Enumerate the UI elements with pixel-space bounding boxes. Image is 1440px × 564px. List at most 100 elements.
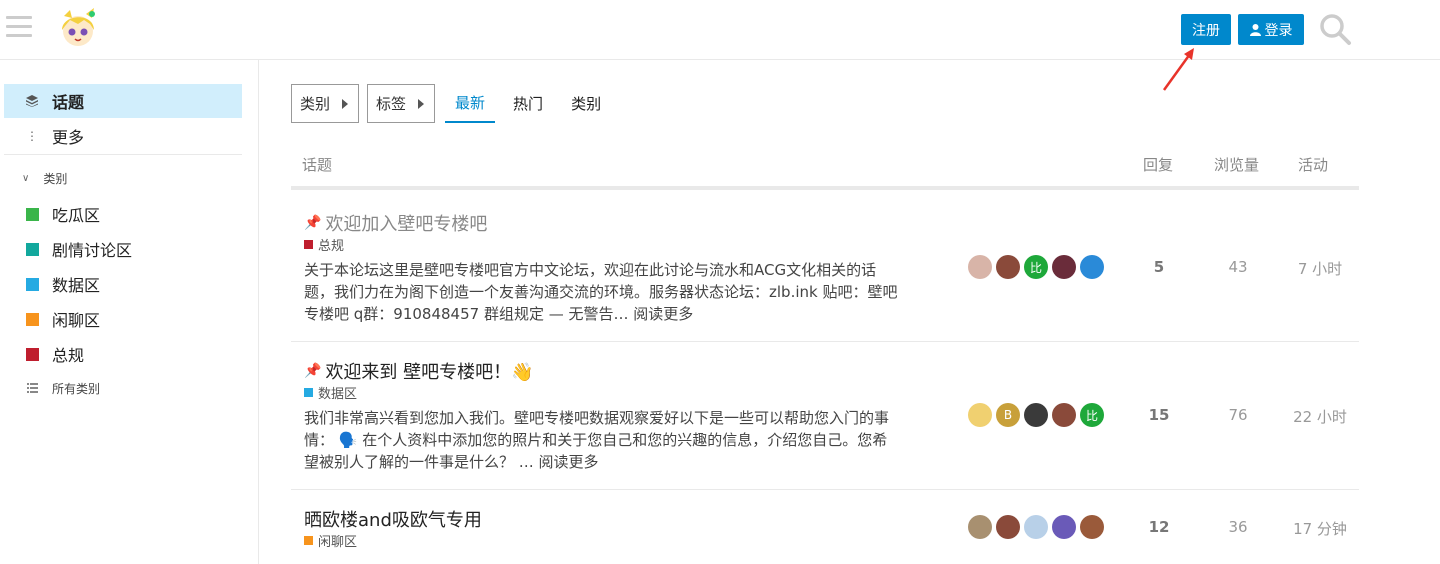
- avatar[interactable]: [968, 515, 992, 539]
- sidebar: 话题 ⋮ 更多 ∨ 类别 吃瓜区 剧情讨论区 数据区 闲聊区 总规 所有类别: [0, 60, 259, 564]
- topic-table-header: 话题 回复 浏览量 活动: [291, 148, 1359, 190]
- excerpt-line: 我们非常高兴看到您加入我们。壁吧专楼吧数据观察爱好以下是一些可以帮助您入门的事: [304, 409, 890, 427]
- avatar[interactable]: [1024, 403, 1048, 427]
- sidebar-item-label: 剧情讨论区: [52, 241, 133, 260]
- topic-activity[interactable]: 7 小时: [1285, 258, 1355, 279]
- sidebar-item-label: 闲聊区: [52, 311, 101, 330]
- table-row: 📌 欢迎加入壁吧专楼吧 总规 关于本论坛这里是壁吧专楼吧官方中文论坛，欢迎在此讨…: [291, 194, 1359, 342]
- tags-dropdown[interactable]: 标签: [367, 84, 436, 123]
- avatar[interactable]: B: [996, 403, 1020, 427]
- avatar[interactable]: [968, 255, 992, 279]
- avatar[interactable]: [996, 255, 1020, 279]
- topic-category-name: 总规: [318, 239, 345, 254]
- category-dropdown[interactable]: 类别: [291, 84, 360, 123]
- hamburger-menu-icon[interactable]: [6, 16, 32, 38]
- sidebar-item-category[interactable]: 总规: [4, 337, 242, 371]
- sidebar-item-all-categories[interactable]: 所有类别: [4, 371, 242, 405]
- topic-title-text[interactable]: 晒欧楼and吸欧气专用: [304, 506, 482, 532]
- excerpt-line[interactable]: 望被别人了解的一件事是什么？ … 阅读更多: [304, 451, 934, 473]
- sidebar-section-label: 类别: [43, 172, 68, 186]
- pin-icon: 📌: [304, 363, 322, 379]
- topic-replies: 12: [1148, 518, 1170, 536]
- topic-category-name: 数据区: [318, 387, 358, 402]
- topic-views: 43: [1228, 258, 1248, 276]
- tab-latest[interactable]: 最新: [445, 84, 496, 123]
- avatar[interactable]: [1052, 403, 1076, 427]
- site-logo[interactable]: [56, 6, 100, 50]
- sidebar-divider: [4, 154, 242, 155]
- topic-category-badge[interactable]: 闲聊区: [304, 531, 357, 550]
- category-color-swatch: [25, 242, 39, 256]
- topic-posters: B 比: [968, 403, 1104, 427]
- column-header-replies[interactable]: 回复: [1143, 154, 1173, 175]
- sidebar-item-category[interactable]: 闲聊区: [4, 302, 242, 336]
- avatar[interactable]: [1080, 255, 1104, 279]
- sidebar-item-label: 总规: [52, 346, 85, 365]
- column-header-activity[interactable]: 活动: [1298, 154, 1328, 175]
- topic-category-name: 闲聊区: [318, 535, 358, 550]
- signup-button[interactable]: 注册: [1181, 14, 1231, 45]
- sidebar-item-label: 话题: [52, 93, 85, 112]
- topic-excerpt: 关于本论坛这里是壁吧专楼吧官方中文论坛，欢迎在此讨论与流水和ACG文化相关的话 …: [304, 259, 934, 325]
- annotation-arrow-icon: [1162, 48, 1194, 91]
- vertical-ellipsis-icon: ⋮: [26, 129, 38, 143]
- avatar[interactable]: [1052, 515, 1076, 539]
- topic-title[interactable]: 晒欧楼and吸欧气专用: [304, 506, 482, 532]
- topic-replies: 15: [1148, 406, 1170, 424]
- table-row: 📌 欢迎来到 壁吧专楼吧！👋 数据区 我们非常高兴看到您加入我们。壁吧专楼吧数据…: [291, 342, 1359, 490]
- tab-hot[interactable]: 热门: [503, 84, 553, 123]
- sidebar-item-more[interactable]: ⋮ 更多: [4, 119, 242, 153]
- topic-title-text[interactable]: 欢迎来到 壁吧专楼吧！👋: [325, 358, 533, 384]
- column-header-views[interactable]: 浏览量: [1214, 154, 1259, 175]
- excerpt-line: 情： 🗣️ 在个人资料中添加您的照片和关于您自己和您的兴趣的信息，介绍您自己。您…: [304, 431, 888, 449]
- topic-title-text[interactable]: 欢迎加入壁吧专楼吧: [325, 210, 487, 236]
- topic-excerpt: 我们非常高兴看到您加入我们。壁吧专楼吧数据观察爱好以下是一些可以帮助您入门的事 …: [304, 407, 934, 473]
- excerpt-line: 关于本论坛这里是壁吧专楼吧官方中文论坛，欢迎在此讨论与流水和ACG文化相关的话: [304, 261, 877, 279]
- avatar[interactable]: [1052, 255, 1076, 279]
- topic-views: 76: [1228, 406, 1248, 424]
- avatar[interactable]: [968, 403, 992, 427]
- sidebar-item-label: 更多: [52, 128, 85, 147]
- tags-dropdown-label: 标签: [376, 95, 407, 113]
- login-label: 登录: [1264, 22, 1293, 39]
- search-icon[interactable]: [1318, 12, 1352, 46]
- category-color-swatch: [25, 207, 39, 221]
- user-icon: [1249, 23, 1261, 36]
- site-header: 注册 登录: [0, 0, 1440, 60]
- sidebar-item-label: 所有类别: [52, 381, 101, 396]
- topic-title[interactable]: 📌 欢迎来到 壁吧专楼吧！👋: [304, 358, 534, 384]
- topic-replies: 5: [1153, 258, 1165, 276]
- topic-category-badge[interactable]: 总规: [304, 235, 344, 254]
- topic-activity[interactable]: 17 分钟: [1285, 518, 1355, 539]
- sidebar-item-category[interactable]: 数据区: [4, 267, 242, 301]
- tab-categories[interactable]: 类别: [561, 84, 611, 123]
- category-color-swatch: [304, 388, 313, 397]
- topic-activity[interactable]: 22 小时: [1285, 406, 1355, 427]
- login-button[interactable]: 登录: [1238, 14, 1304, 45]
- topic-category-badge[interactable]: 数据区: [304, 383, 357, 402]
- category-color-swatch: [25, 347, 39, 361]
- layers-icon: [20, 95, 44, 107]
- column-header-topic[interactable]: 话题: [302, 154, 332, 175]
- topic-title[interactable]: 📌 欢迎加入壁吧专楼吧: [304, 210, 487, 236]
- caret-right-icon: [418, 98, 425, 109]
- sidebar-item-category[interactable]: 剧情讨论区: [4, 232, 242, 266]
- chevron-down-icon: ∨: [22, 173, 30, 184]
- avatar[interactable]: 比: [1024, 255, 1048, 279]
- category-color-swatch: [25, 312, 39, 326]
- list-icon: [20, 383, 44, 393]
- topic-nav-bar: 类别 标签 最新 热门 类别: [291, 84, 617, 123]
- avatar[interactable]: [1024, 515, 1048, 539]
- sidebar-item-category[interactable]: 吃瓜区: [4, 197, 242, 231]
- avatar[interactable]: [996, 515, 1020, 539]
- topic-posters: [968, 515, 1104, 539]
- caret-right-icon: [342, 98, 349, 109]
- avatar[interactable]: 比: [1080, 403, 1104, 427]
- avatar[interactable]: [1080, 515, 1104, 539]
- category-color-swatch: [304, 536, 313, 545]
- sidebar-item-label: 数据区: [52, 276, 101, 295]
- topic-views: 36: [1228, 518, 1248, 536]
- excerpt-line[interactable]: 专楼吧 q群：910848457 群组规定 — 无警告… 阅读更多: [304, 303, 934, 325]
- sidebar-section-categories[interactable]: ∨ 类别: [22, 170, 67, 187]
- sidebar-item-topics[interactable]: 话题: [4, 84, 242, 118]
